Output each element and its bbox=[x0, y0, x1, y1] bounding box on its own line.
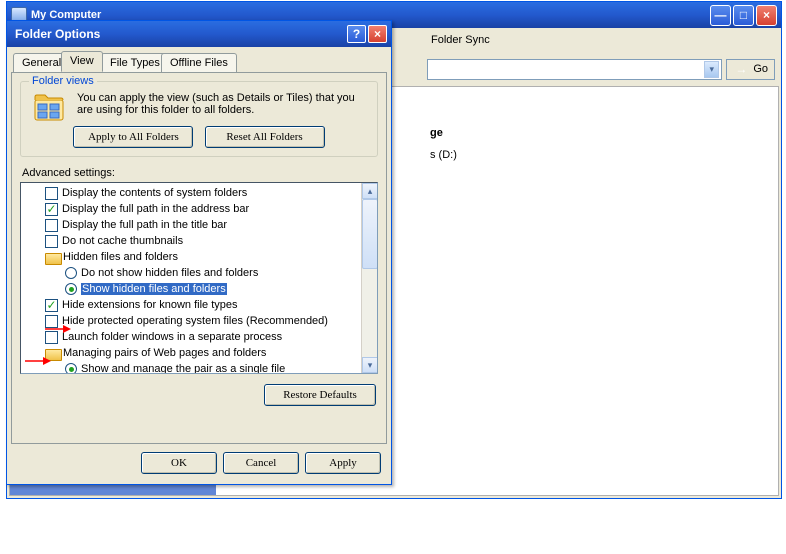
help-button[interactable]: ? bbox=[347, 25, 366, 43]
tree-item-label: Display the contents of system folders bbox=[62, 187, 247, 199]
maximize-button[interactable]: □ bbox=[733, 5, 754, 26]
advanced-settings-label: Advanced settings: bbox=[22, 167, 378, 179]
tree-item-label: Hide extensions for known file types bbox=[62, 299, 237, 311]
cancel-button[interactable]: Cancel bbox=[223, 452, 299, 474]
tree-item[interactable]: Show and manage the pair as a single fil… bbox=[25, 361, 377, 374]
close-button[interactable]: × bbox=[756, 5, 777, 26]
folder-views-group: Folder views You can apply the view (suc… bbox=[20, 81, 378, 157]
tree-item[interactable]: Launch folder windows in a separate proc… bbox=[25, 329, 377, 345]
tab-view[interactable]: View bbox=[61, 51, 103, 72]
checkbox-icon[interactable] bbox=[45, 315, 58, 328]
dialog-close-button[interactable]: × bbox=[368, 25, 387, 43]
apply-button[interactable]: Apply bbox=[305, 452, 381, 474]
dialog-titlebar[interactable]: Folder Options ? × bbox=[7, 21, 391, 47]
go-label: Go bbox=[753, 63, 768, 75]
tree-item[interactable]: Display the contents of system folders bbox=[25, 185, 377, 201]
bg-section-heading: ge bbox=[430, 127, 778, 139]
scroll-down-button[interactable]: ▾ bbox=[362, 357, 378, 373]
tree-item[interactable]: Display the full path in the address bar bbox=[25, 201, 377, 217]
tree-item-label: Managing pairs of Web pages and folders bbox=[63, 347, 266, 359]
go-arrow-icon: → bbox=[733, 61, 749, 77]
checkbox-icon[interactable] bbox=[45, 331, 58, 344]
reset-all-folders-button[interactable]: Reset All Folders bbox=[205, 126, 325, 148]
tree-item[interactable]: Display the full path in the title bar bbox=[25, 217, 377, 233]
tree-item[interactable]: Managing pairs of Web pages and folders bbox=[25, 345, 377, 361]
tree-item-label: Launch folder windows in a separate proc… bbox=[62, 331, 282, 343]
folder-views-icon bbox=[33, 92, 65, 124]
tree-item[interactable]: Hide protected operating system files (R… bbox=[25, 313, 377, 329]
tree-item-label: Do not show hidden files and folders bbox=[81, 267, 258, 279]
tab-view-panel: Folder views You can apply the view (suc… bbox=[11, 72, 387, 444]
tabstrip: General View File Types Offline Files bbox=[11, 51, 387, 73]
tree-item[interactable]: Do not cache thumbnails bbox=[25, 233, 377, 249]
checkbox-icon[interactable] bbox=[45, 187, 58, 200]
go-button[interactable]: → Go bbox=[726, 59, 775, 80]
tree-item[interactable]: Hide extensions for known file types bbox=[25, 297, 377, 313]
tree-item[interactable]: Show hidden files and folders bbox=[25, 281, 377, 297]
radio-icon[interactable] bbox=[65, 267, 77, 279]
menu-foldersync[interactable]: Folder Sync bbox=[423, 34, 498, 46]
chevron-down-icon[interactable]: ▾ bbox=[704, 61, 719, 78]
apply-all-folders-button[interactable]: Apply to All Folders bbox=[73, 126, 193, 148]
address-combobox[interactable]: ▾ bbox=[427, 59, 722, 80]
scrollbar[interactable]: ▴ ▾ bbox=[361, 183, 377, 373]
checkbox-icon[interactable] bbox=[45, 299, 58, 312]
checkbox-icon[interactable] bbox=[45, 219, 58, 232]
dialog-title: Folder Options bbox=[11, 27, 345, 41]
minimize-button[interactable]: — bbox=[710, 5, 731, 26]
tree-item-label: Display the full path in the title bar bbox=[62, 219, 227, 231]
restore-defaults-button[interactable]: Restore Defaults bbox=[264, 384, 376, 406]
folder-views-title: Folder views bbox=[29, 75, 97, 87]
bg-drive-item[interactable]: s (D:) bbox=[430, 149, 778, 167]
tree-item-label: Show and manage the pair as a single fil… bbox=[81, 363, 285, 374]
tree-item-label: Hidden files and folders bbox=[63, 251, 178, 263]
tree-item-label: Do not cache thumbnails bbox=[62, 235, 183, 247]
radio-icon[interactable] bbox=[65, 363, 77, 374]
checkbox-icon[interactable] bbox=[45, 203, 58, 216]
tree-item-label: Show hidden files and folders bbox=[81, 283, 227, 295]
folder-icon bbox=[45, 347, 61, 360]
tree-item[interactable]: Hidden files and folders bbox=[25, 249, 377, 265]
scroll-thumb[interactable] bbox=[362, 199, 378, 269]
tree-item-label: Hide protected operating system files (R… bbox=[62, 315, 328, 327]
folder-icon bbox=[45, 251, 61, 264]
folder-views-text: You can apply the view (such as Details … bbox=[77, 92, 369, 122]
tab-filetypes[interactable]: File Types bbox=[101, 53, 169, 72]
advanced-settings-tree[interactable]: Display the contents of system folders Di… bbox=[20, 182, 378, 374]
tab-offline[interactable]: Offline Files bbox=[161, 53, 237, 72]
tree-item-label: Display the full path in the address bar bbox=[62, 203, 249, 215]
ok-button[interactable]: OK bbox=[141, 452, 217, 474]
folder-options-dialog: Folder Options ? × General View File Typ… bbox=[6, 20, 392, 485]
checkbox-icon[interactable] bbox=[45, 235, 58, 248]
scroll-up-button[interactable]: ▴ bbox=[362, 183, 378, 199]
tree-item[interactable]: Do not show hidden files and folders bbox=[25, 265, 377, 281]
radio-icon[interactable] bbox=[65, 283, 77, 295]
